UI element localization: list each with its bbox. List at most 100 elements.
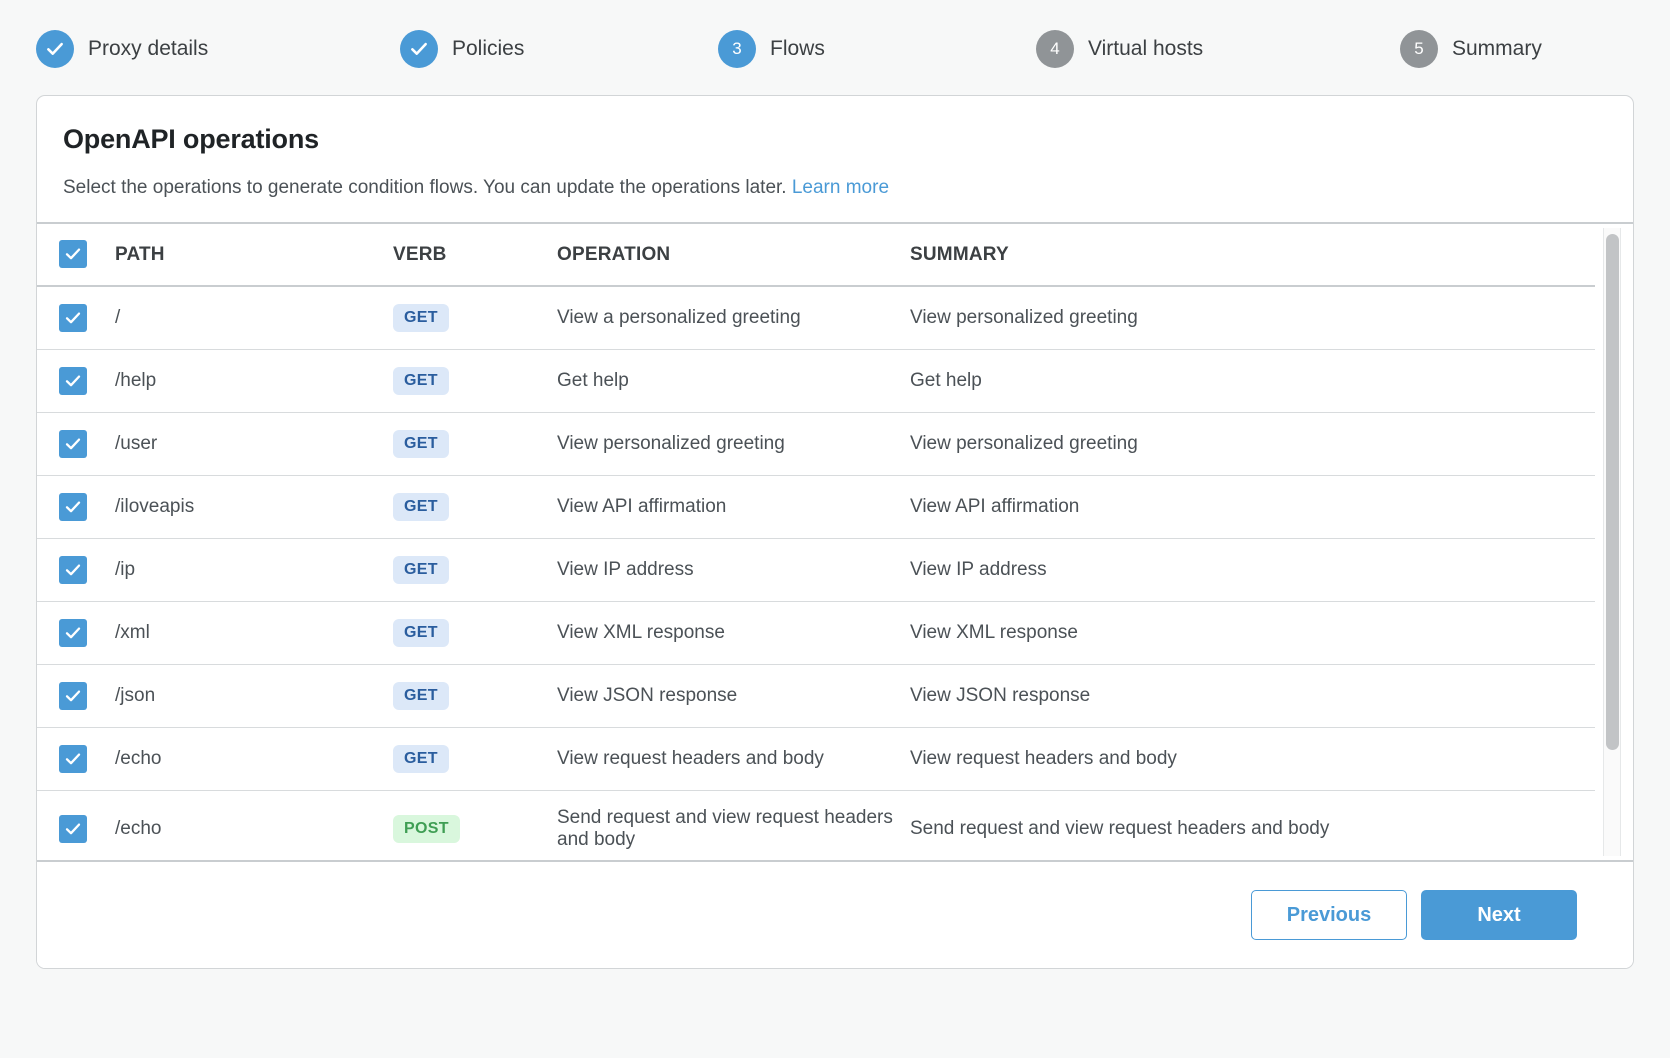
verb-badge: POST xyxy=(393,815,460,843)
row-checkbox[interactable] xyxy=(59,815,87,843)
cell-path: / xyxy=(115,286,393,350)
cell-operation: View XML response xyxy=(557,602,910,665)
row-checkbox-cell xyxy=(37,350,115,413)
cell-verb: GET xyxy=(393,413,557,476)
check-icon xyxy=(400,30,438,68)
stepper-item-policies[interactable]: Policies xyxy=(400,30,524,68)
learn-more-link[interactable]: Learn more xyxy=(792,177,889,198)
table-header-row: PATH VERB OPERATION SUMMARY xyxy=(37,224,1595,286)
column-header-summary: SUMMARY xyxy=(910,224,1595,286)
cell-summary: View XML response xyxy=(910,602,1595,665)
cell-verb: GET xyxy=(393,350,557,413)
cell-verb: POST xyxy=(393,791,557,861)
row-checkbox[interactable] xyxy=(59,493,87,521)
step-number-badge: 3 xyxy=(718,30,756,68)
operations-table-container: PATH VERB OPERATION SUMMARY /GETView a p… xyxy=(37,222,1634,860)
row-checkbox[interactable] xyxy=(59,682,87,710)
row-checkbox-cell xyxy=(37,539,115,602)
cell-operation: View a personalized greeting xyxy=(557,286,910,350)
cell-path: /xml xyxy=(115,602,393,665)
cell-summary: View personalized greeting xyxy=(910,413,1595,476)
cell-summary: View personalized greeting xyxy=(910,286,1595,350)
table-row[interactable]: /ipGET View IP addressView IP address xyxy=(37,539,1595,602)
column-header-operation: OPERATION xyxy=(557,224,910,286)
card-header: OpenAPI operations Select the operations… xyxy=(37,96,1633,199)
verb-badge: GET xyxy=(393,304,449,332)
stepper-item-proxy-details[interactable]: Proxy details xyxy=(36,30,208,68)
cell-verb: GET xyxy=(393,602,557,665)
cell-path: /help xyxy=(115,350,393,413)
row-checkbox[interactable] xyxy=(59,556,87,584)
cell-summary: View JSON response xyxy=(910,665,1595,728)
operations-table: PATH VERB OPERATION SUMMARY /GETView a p… xyxy=(37,224,1595,860)
cell-summary: Get help xyxy=(910,350,1595,413)
stepper-item-label: Summary xyxy=(1452,37,1542,61)
row-checkbox[interactable] xyxy=(59,430,87,458)
column-header-path: PATH xyxy=(115,224,393,286)
cell-verb: GET xyxy=(393,286,557,350)
cell-summary: View IP address xyxy=(910,539,1595,602)
cell-verb: GET xyxy=(393,539,557,602)
operations-table-scroll[interactable]: PATH VERB OPERATION SUMMARY /GETView a p… xyxy=(37,224,1634,860)
verb-badge: GET xyxy=(393,430,449,458)
table-row[interactable]: /xmlGETView XML responseView XML respons… xyxy=(37,602,1595,665)
cell-path: /echo xyxy=(115,728,393,791)
row-checkbox[interactable] xyxy=(59,304,87,332)
page-title: OpenAPI operations xyxy=(63,124,1607,155)
table-row[interactable]: /GET View a personalized greetingView per… xyxy=(37,286,1595,350)
table-row[interactable]: /echoPOST Send request and view request h… xyxy=(37,791,1595,861)
cell-summary: Send request and view request headers an… xyxy=(910,791,1595,861)
stepper-item-label: Proxy details xyxy=(88,37,208,61)
operations-table-body: /GETView a personalized greetingView per… xyxy=(37,286,1595,860)
cell-operation: View IP address xyxy=(557,539,910,602)
cell-verb: GET xyxy=(393,728,557,791)
cell-path: /ip xyxy=(115,539,393,602)
row-checkbox-cell xyxy=(37,602,115,665)
table-scrollbar-thumb[interactable] xyxy=(1606,234,1619,750)
cell-summary: View request headers and body xyxy=(910,728,1595,791)
verb-badge: GET xyxy=(393,745,449,773)
cell-path: /echo xyxy=(115,791,393,861)
stepper-item-label: Virtual hosts xyxy=(1088,37,1203,61)
verb-badge: GET xyxy=(393,556,449,584)
previous-button[interactable]: Previous xyxy=(1251,890,1407,940)
row-checkbox-cell xyxy=(37,728,115,791)
step-number-badge: 4 xyxy=(1036,30,1074,68)
select-all-header-cell xyxy=(37,224,115,286)
wizard-stepper: Proxy details Policies 3Flows 4 Virtual host… xyxy=(0,0,1670,96)
column-header-verb: VERB xyxy=(393,224,557,286)
verb-badge: GET xyxy=(393,367,449,395)
cell-operation: Get help xyxy=(557,350,910,413)
cell-operation: View request headers and body xyxy=(557,728,910,791)
verb-badge: GET xyxy=(393,493,449,521)
table-row[interactable]: /userGETView personalized greetingView p… xyxy=(37,413,1595,476)
cell-operation: Send request and view request headers an… xyxy=(557,791,910,861)
row-checkbox-cell xyxy=(37,413,115,476)
cell-path: /iloveapis xyxy=(115,476,393,539)
table-row[interactable]: /echoGET View request headers and bodyVie… xyxy=(37,728,1595,791)
table-row[interactable]: /iloveapisGET View API affirmationView AP… xyxy=(37,476,1595,539)
table-row[interactable]: /jsonGETView JSON responseView JSON resp… xyxy=(37,665,1595,728)
step-number-badge: 5 xyxy=(1400,30,1438,68)
openapi-operations-card: OpenAPI operations Select the operations… xyxy=(36,95,1634,969)
row-checkbox[interactable] xyxy=(59,367,87,395)
stepper-item-summary[interactable]: 5 Summary xyxy=(1400,30,1542,68)
cell-operation: View JSON response xyxy=(557,665,910,728)
stepper-item-flows[interactable]: 3Flows xyxy=(718,30,825,68)
table-scrollbar-track[interactable] xyxy=(1603,228,1621,856)
cell-path: /user xyxy=(115,413,393,476)
cell-verb: GET xyxy=(393,665,557,728)
cell-operation: View API affirmation xyxy=(557,476,910,539)
card-description-text: Select the operations to generate condit… xyxy=(63,177,787,198)
row-checkbox[interactable] xyxy=(59,619,87,647)
cell-path: /json xyxy=(115,665,393,728)
card-description: Select the operations to generate condit… xyxy=(63,177,1607,199)
cell-summary: View API affirmation xyxy=(910,476,1595,539)
row-checkbox[interactable] xyxy=(59,745,87,773)
table-row[interactable]: /helpGET Get helpGet help xyxy=(37,350,1595,413)
next-button[interactable]: Next xyxy=(1421,890,1577,940)
stepper-item-virtual-hosts[interactable]: 4 Virtual hosts xyxy=(1036,30,1203,68)
row-checkbox-cell xyxy=(37,665,115,728)
select-all-checkbox[interactable] xyxy=(59,240,87,268)
stepper-item-label: Policies xyxy=(452,37,524,61)
